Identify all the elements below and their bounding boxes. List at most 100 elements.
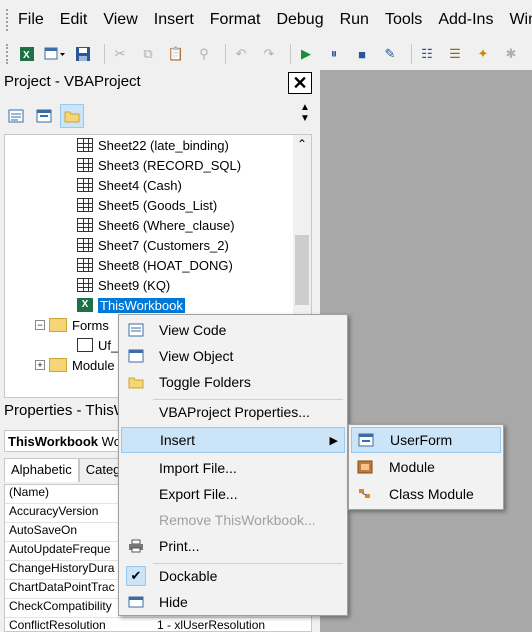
toolbar-overflow-icon[interactable]: ▲ ▼	[298, 102, 312, 130]
menu-item-userform[interactable]: UserForm	[351, 427, 501, 453]
menu-item-hide[interactable]: Hide	[121, 589, 345, 615]
menu-view[interactable]: View	[103, 11, 137, 29]
menu-item-toggle-folders[interactable]: Toggle Folders	[121, 369, 345, 395]
cut-icon[interactable]: ✂	[109, 43, 131, 65]
expand-icon[interactable]: +	[35, 360, 45, 370]
excel-icon[interactable]: X	[16, 43, 38, 65]
tree-folder[interactable]: − Forms	[35, 315, 109, 335]
property-value: 1 - xlUserResolution	[157, 618, 266, 632]
menu-item-label: UserForm	[390, 432, 453, 448]
properties-panel-title: Properties - ThisW	[4, 402, 128, 419]
menu-item-label: Import File...	[159, 460, 237, 476]
tree-item-selected[interactable]: X ThisWorkbook	[77, 295, 185, 315]
checkmark-icon: ✔	[126, 566, 146, 586]
toggle-folders-icon[interactable]	[60, 104, 84, 128]
menu-item-label: View Object	[159, 348, 234, 364]
tree-item-label: Sheet7 (Customers_2)	[98, 237, 229, 253]
menu-item-import-file[interactable]: Import File...	[121, 455, 345, 481]
menu-run[interactable]: Run	[340, 11, 369, 29]
break-icon[interactable]: ⏸	[323, 43, 345, 65]
collapse-icon[interactable]: −	[35, 320, 45, 330]
standard-toolbar: X ✂ ⧉ 📋 ⚲ ↶ ↷ ▶ ⏸ ■ ✎ ☷ ☰ ✦ ✱	[0, 40, 532, 68]
menu-item-label: Class Module	[389, 486, 474, 502]
tree-item[interactable]: Sheet3 (RECORD_SQL)	[77, 155, 241, 175]
redo-icon[interactable]: ↷	[258, 43, 280, 65]
reset-icon[interactable]: ■	[351, 43, 373, 65]
tree-item[interactable]: Sheet9 (KQ)	[77, 275, 170, 295]
undo-icon[interactable]: ↶	[230, 43, 252, 65]
folder-icon	[121, 375, 151, 389]
menu-item-insert[interactable]: Insert ▶	[121, 427, 345, 453]
menu-format[interactable]: Format	[210, 11, 261, 29]
property-name: ConflictResolution	[9, 618, 106, 632]
menu-tools[interactable]: Tools	[385, 11, 422, 29]
tab-alphabetic[interactable]: Alphabetic	[4, 458, 79, 482]
context-menu: View Code View Object Toggle Folders VBA…	[118, 314, 348, 616]
object-name: ThisWorkbook	[8, 434, 99, 449]
project-explorer-icon[interactable]: ☷	[416, 43, 438, 65]
worksheet-icon	[77, 138, 93, 152]
toolbar-grip[interactable]	[6, 44, 10, 64]
worksheet-icon	[77, 178, 93, 192]
tree-item[interactable]: Sheet6 (Where_clause)	[77, 215, 235, 235]
tree-item-label: Sheet4 (Cash)	[98, 177, 182, 193]
menu-grip[interactable]	[6, 9, 8, 31]
run-icon[interactable]: ▶	[295, 43, 317, 65]
close-icon[interactable]: ✕	[288, 72, 312, 94]
menu-edit[interactable]: Edit	[60, 11, 88, 29]
scroll-thumb[interactable]	[295, 235, 309, 305]
menu-item-print[interactable]: Print...	[121, 533, 345, 559]
tree-item-label: Sheet3 (RECORD_SQL)	[98, 157, 242, 173]
copy-icon[interactable]: ⧉	[137, 43, 159, 65]
menu-item-class-module[interactable]: Class Module	[351, 481, 501, 507]
project-panel-title: Project - VBAProject	[4, 73, 141, 90]
toolbar-separator	[290, 44, 291, 64]
menu-item-export-file[interactable]: Export File...	[121, 481, 345, 507]
tree-item[interactable]: Sheet22 (late_binding)	[77, 135, 229, 155]
save-icon[interactable]	[72, 43, 94, 65]
worksheet-icon	[77, 238, 93, 252]
submenu-arrow-icon: ▶	[329, 435, 338, 447]
view-code-icon[interactable]	[4, 104, 28, 128]
tree-item[interactable]: Sheet4 (Cash)	[77, 175, 182, 195]
tree-item[interactable]: Uf_	[77, 335, 118, 355]
tree-item-label: Sheet9 (KQ)	[98, 277, 171, 293]
tree-item-label: Sheet22 (late_binding)	[98, 137, 229, 153]
property-row[interactable]: ConflictResolution 1 - xlUserResolution	[5, 618, 311, 632]
paste-icon[interactable]: 📋	[165, 43, 187, 65]
tree-item[interactable]: Sheet5 (Goods_List)	[77, 195, 217, 215]
workbook-icon: X	[77, 298, 93, 312]
menu-item-dockable[interactable]: ✔ Dockable	[121, 563, 345, 589]
worksheet-icon	[77, 258, 93, 272]
insert-userform-icon[interactable]	[44, 43, 66, 65]
toolbar-separator	[104, 44, 105, 64]
menu-item-view-object[interactable]: View Object	[121, 343, 345, 369]
find-icon[interactable]: ⚲	[193, 43, 215, 65]
userform-icon	[352, 433, 380, 447]
object-browser-icon[interactable]: ✱	[500, 43, 522, 65]
menu-file[interactable]: File	[18, 11, 44, 29]
tree-item[interactable]: Sheet7 (Customers_2)	[77, 235, 229, 255]
tree-item-label: Forms	[72, 317, 109, 333]
menu-item-view-code[interactable]: View Code	[121, 317, 345, 343]
tree-item[interactable]: Sheet8 (HOAT_DONG)	[77, 255, 233, 275]
userform-icon	[77, 338, 93, 352]
view-object-icon[interactable]	[32, 104, 56, 128]
toolbar-separator	[411, 44, 412, 64]
properties-icon[interactable]: ☰	[444, 43, 466, 65]
menu-add-ins[interactable]: Add-Ins	[438, 11, 493, 29]
hide-icon	[121, 595, 151, 609]
menu-window[interactable]: Windo	[509, 11, 532, 29]
menu-item-project-properties[interactable]: VBAProject Properties...	[121, 399, 345, 425]
menu-insert[interactable]: Insert	[154, 11, 194, 29]
menu-item-label: Export File...	[159, 486, 238, 502]
tree-item-label: Uf_	[98, 337, 119, 353]
scroll-up-icon[interactable]: ⌃	[293, 137, 311, 151]
menu-item-module[interactable]: Module	[351, 454, 501, 480]
menu-debug[interactable]: Debug	[276, 11, 323, 29]
toolbox-icon[interactable]: ✦	[472, 43, 494, 65]
tree-folder[interactable]: + Module	[35, 355, 115, 375]
menu-item-label: Print...	[159, 538, 200, 554]
menu-item-label: Dockable	[159, 568, 218, 584]
design-mode-icon[interactable]: ✎	[379, 43, 401, 65]
